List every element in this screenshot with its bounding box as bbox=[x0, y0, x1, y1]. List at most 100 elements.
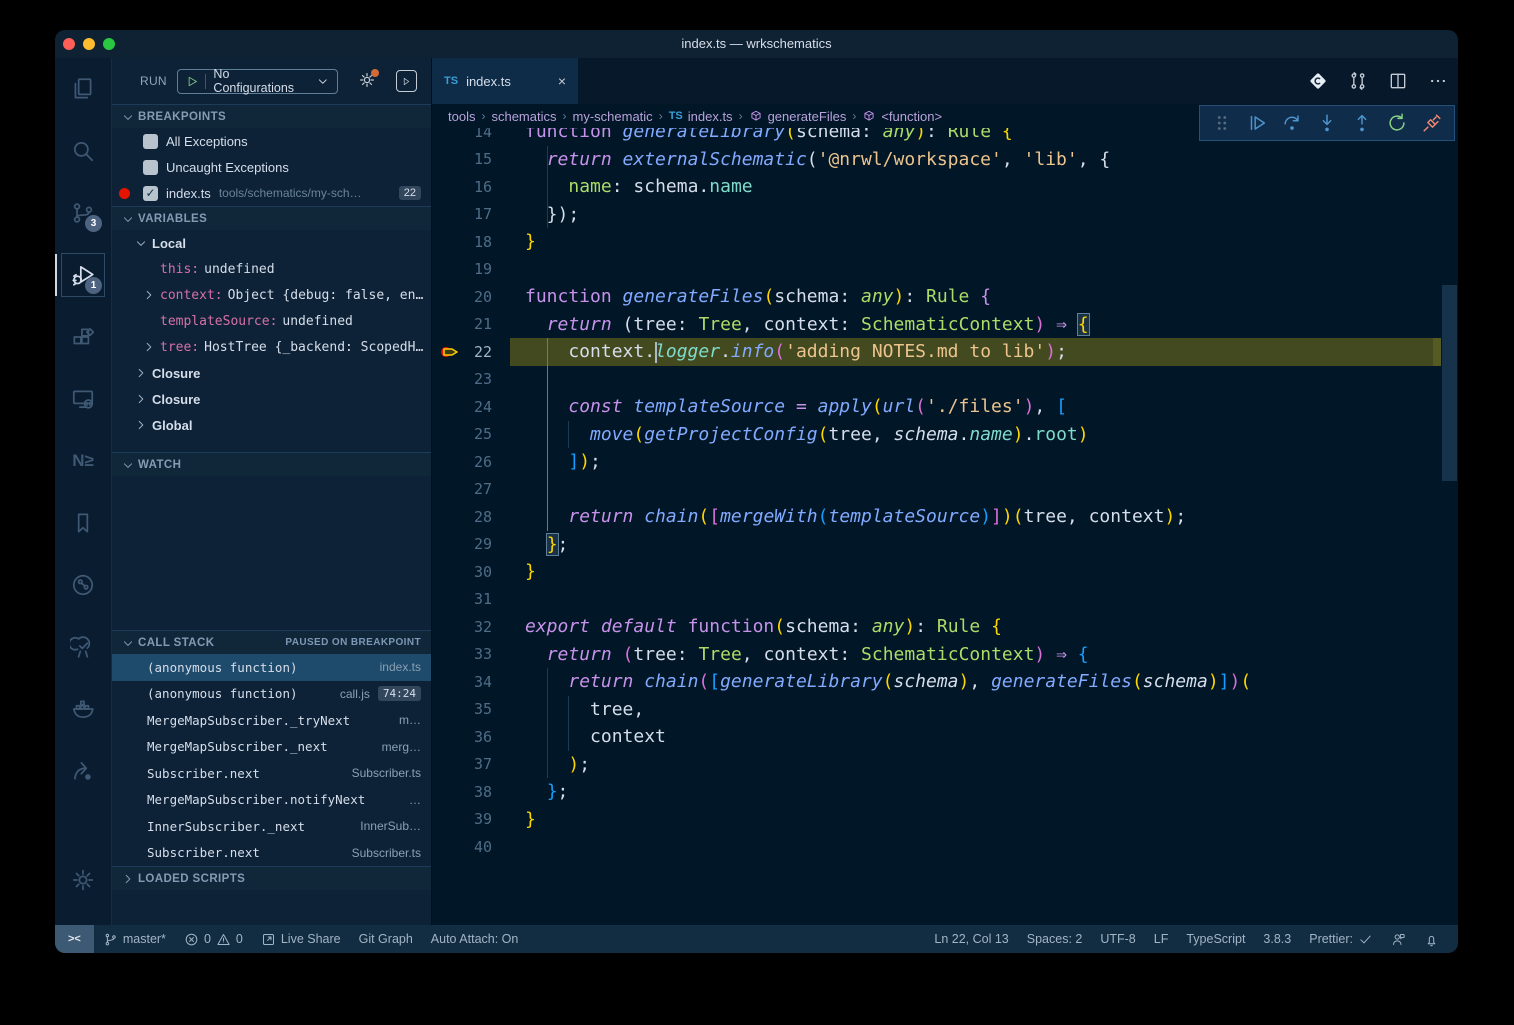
debug-console-button[interactable] bbox=[396, 70, 417, 92]
breadcrumb-label: tools bbox=[448, 109, 475, 124]
breadcrumb-item[interactable]: <function> bbox=[862, 109, 942, 124]
call-stack-frame[interactable]: (anonymous function)index.ts bbox=[112, 654, 431, 681]
line-content: return (tree: Tree, context: SchematicCo… bbox=[525, 314, 1089, 335]
call-stack-frame[interactable]: MergeMapSubscriber._tryNextm… bbox=[112, 707, 431, 734]
activity-project-share[interactable] bbox=[55, 740, 111, 802]
code-line: 29 }; bbox=[432, 531, 1458, 559]
activity-nx-console[interactable]: N≥ bbox=[55, 430, 111, 492]
breadcrumb-label: my-schematic bbox=[573, 109, 653, 124]
variable-name: this: bbox=[160, 262, 199, 277]
breakpoints-section-header[interactable]: BREAKPOINTS bbox=[112, 104, 431, 128]
checkbox-checked[interactable]: ✓ bbox=[143, 186, 158, 201]
split-editor-button[interactable] bbox=[1388, 71, 1408, 91]
status-encoding[interactable]: UTF-8 bbox=[1091, 925, 1144, 953]
restart-button[interactable] bbox=[1386, 112, 1408, 134]
status-prettier[interactable]: Prettier: bbox=[1300, 925, 1382, 953]
remote-indicator[interactable]: >< bbox=[55, 925, 94, 953]
breadcrumb-item[interactable]: tools bbox=[448, 109, 475, 124]
variable-row[interactable]: context:Object {debug: false, en… bbox=[112, 282, 431, 308]
call-stack-frame[interactable]: InnerSubscriber._nextInnerSub… bbox=[112, 813, 431, 840]
checkbox-unchecked[interactable] bbox=[143, 134, 158, 149]
call-stack-frame[interactable]: MergeMapSubscriber._nextmerg… bbox=[112, 734, 431, 761]
activity-remote-explorer[interactable] bbox=[55, 368, 111, 430]
call-stack-frame[interactable]: (anonymous function)call.js74:24 bbox=[112, 681, 431, 708]
compare-icon bbox=[1348, 71, 1368, 91]
line-content: name: schema.name bbox=[525, 176, 753, 197]
status-eol[interactable]: LF bbox=[1145, 925, 1178, 953]
start-debug-icon[interactable] bbox=[186, 75, 199, 88]
activity-manage[interactable] bbox=[55, 849, 111, 911]
checkbox-unchecked[interactable] bbox=[143, 160, 158, 175]
activity-docker[interactable] bbox=[55, 678, 111, 740]
breakpoint-row[interactable]: Uncaught Exceptions bbox=[112, 154, 431, 180]
more-actions-button[interactable] bbox=[1428, 71, 1448, 91]
status-git-branch[interactable]: master* bbox=[94, 925, 175, 953]
call-stack-frame[interactable]: Subscriber.nextSubscriber.ts bbox=[112, 760, 431, 787]
variable-row[interactable]: this:undefined bbox=[112, 256, 431, 282]
watch-section-header[interactable]: WATCH bbox=[112, 452, 431, 476]
launch-configuration-dropdown[interactable]: No Configurations bbox=[177, 69, 338, 94]
status-live-share[interactable]: Live Share bbox=[252, 925, 350, 953]
compare-changes-button[interactable] bbox=[1348, 71, 1368, 91]
line-number: 28 bbox=[432, 508, 492, 526]
step-over-button[interactable] bbox=[1281, 112, 1303, 134]
debug-settings-button[interactable] bbox=[358, 71, 376, 92]
activity-explorer[interactable] bbox=[55, 58, 111, 120]
console-play-icon bbox=[401, 76, 412, 87]
status-feedback[interactable] bbox=[1382, 925, 1415, 953]
variable-row[interactable]: Local bbox=[112, 230, 431, 256]
gitlens-diamond-button[interactable] bbox=[1308, 71, 1328, 91]
activity-extensions[interactable] bbox=[55, 306, 111, 368]
activity-run-and-debug[interactable]: 1 bbox=[55, 244, 111, 306]
call-stack-frame[interactable]: Subscriber.nextSubscriber.ts bbox=[112, 840, 431, 867]
variable-row[interactable]: Global bbox=[112, 412, 431, 438]
tab-index-ts[interactable]: TS index.ts × bbox=[432, 58, 578, 104]
status-notifications[interactable] bbox=[1415, 925, 1448, 953]
status-cursor-position[interactable]: Ln 22, Col 13 bbox=[925, 925, 1017, 953]
status-language-mode[interactable]: TypeScript bbox=[1177, 925, 1254, 953]
variable-row[interactable]: templateSource:undefined bbox=[112, 308, 431, 334]
line-number: 34 bbox=[432, 673, 492, 691]
status-auto-attach[interactable]: Auto Attach: On bbox=[422, 925, 528, 953]
title-bar: index.ts — wrkschematics bbox=[55, 30, 1458, 58]
call-stack-section-header[interactable]: CALL STACK PAUSED ON BREAKPOINT bbox=[112, 630, 431, 654]
code-line: 15 return externalSchematic('@nrwl/works… bbox=[432, 146, 1458, 174]
continue-button[interactable] bbox=[1246, 112, 1268, 134]
nx-icon: N≥ bbox=[70, 448, 96, 474]
variable-row[interactable]: Closure bbox=[112, 386, 431, 412]
call-stack-frame[interactable]: MergeMapSubscriber.notifyNext… bbox=[112, 787, 431, 814]
breakpoint-row[interactable]: All Exceptions bbox=[112, 128, 431, 154]
code-editor[interactable]: 14function generateLibrary(schema: any):… bbox=[432, 128, 1458, 925]
status-git-graph[interactable]: Git Graph bbox=[350, 925, 422, 953]
activity-source-control[interactable]: 3 bbox=[55, 182, 111, 244]
variable-row[interactable]: Closure bbox=[112, 360, 431, 386]
variable-row[interactable]: tree:HostTree {_backend: ScopedH… bbox=[112, 334, 431, 360]
breadcrumb-item[interactable]: my-schematic bbox=[573, 109, 653, 124]
status-problems[interactable]: 00 bbox=[175, 925, 252, 953]
loaded-scripts-section-header[interactable]: LOADED SCRIPTS bbox=[112, 866, 431, 890]
breadcrumb-item[interactable]: schematics bbox=[491, 109, 556, 124]
activity-test-explorer[interactable] bbox=[55, 616, 111, 678]
activity-gitlens[interactable] bbox=[55, 554, 111, 616]
drag-handle-button[interactable] bbox=[1211, 112, 1233, 134]
gitlens-icon bbox=[70, 572, 96, 598]
breadcrumb-label: <function> bbox=[881, 109, 942, 124]
branch-icon bbox=[103, 932, 118, 947]
breakpoint-row[interactable]: ✓index.tstools/schematics/my-sch…22 bbox=[112, 180, 431, 206]
frame-file: merg… bbox=[382, 740, 421, 754]
activity-bookmarks[interactable] bbox=[55, 492, 111, 554]
variables-section-header[interactable]: VARIABLES bbox=[112, 206, 431, 230]
line-content: ]); bbox=[525, 451, 601, 472]
editor-scrollbar[interactable] bbox=[1442, 285, 1457, 481]
step-into-button[interactable] bbox=[1316, 112, 1338, 134]
disconnect-button[interactable] bbox=[1421, 112, 1443, 134]
breadcrumb-item[interactable]: generateFiles bbox=[749, 109, 847, 124]
status-ts-version[interactable]: 3.8.3 bbox=[1254, 925, 1300, 953]
breadcrumb-item[interactable]: TSindex.ts bbox=[669, 109, 733, 124]
activity-search[interactable] bbox=[55, 120, 111, 182]
step-out-button[interactable] bbox=[1351, 112, 1373, 134]
watch-title: WATCH bbox=[138, 459, 181, 471]
current-frame-breakpoint-icon[interactable] bbox=[440, 344, 462, 360]
status-indentation[interactable]: Spaces: 2 bbox=[1018, 925, 1092, 953]
close-tab-icon[interactable]: × bbox=[558, 73, 566, 89]
